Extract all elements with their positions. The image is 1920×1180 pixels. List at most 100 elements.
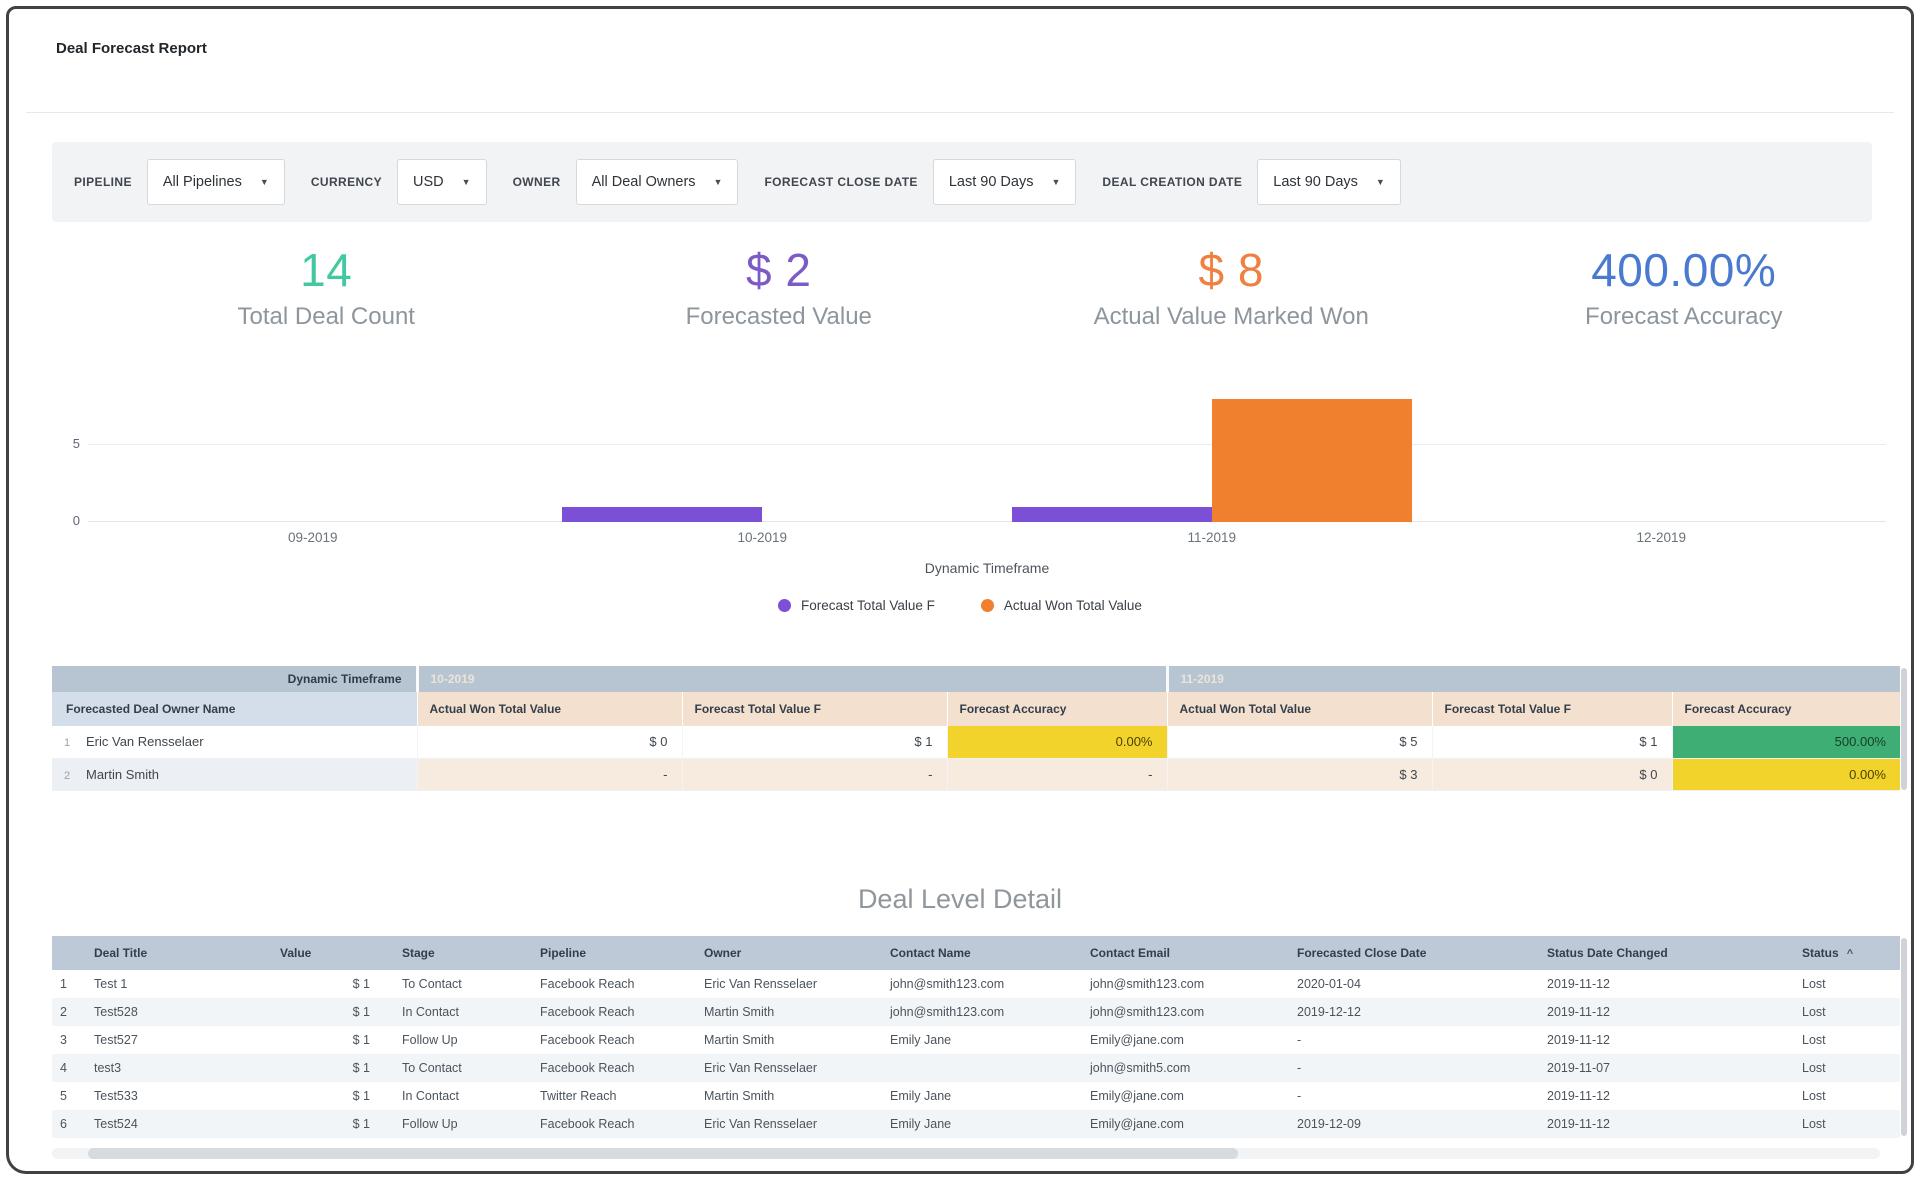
table-row[interactable]: 3Test527$ 1Follow UpFacebook ReachMartin… (52, 1026, 1900, 1054)
forecast-pivot-table: Dynamic Timeframe10-201911-2019Forecaste… (52, 666, 1900, 791)
detail-cell: Eric Van Rensselaer (694, 1054, 880, 1082)
pivot-vertical-scrollbar[interactable] (1901, 668, 1907, 790)
detail-column-header-stage[interactable]: Stage (392, 936, 530, 970)
detail-cell: 2019-12-12 (1287, 998, 1537, 1026)
forecast-bar-chart: 0509-201910-201911-201912-2019 Dynamic T… (0, 388, 1920, 643)
detail-column-header-owner[interactable]: Owner (694, 936, 880, 970)
detail-cell: In Contact (392, 998, 530, 1026)
kpi-label: Forecasted Value (553, 303, 1006, 331)
header-divider (26, 112, 1894, 113)
table-row[interactable]: 6Test524$ 1Follow UpFacebook ReachEric V… (52, 1110, 1900, 1138)
filter-group-3: FORECAST CLOSE DATELast 90 Days▼ (764, 159, 1076, 205)
y-axis-tick-label: 0 (54, 513, 80, 528)
row-number: 3 (52, 1026, 84, 1054)
detail-cell: 2019-11-12 (1537, 998, 1792, 1026)
detail-cell: test3 (84, 1054, 270, 1082)
filter-dropdown[interactable]: Last 90 Days▼ (933, 159, 1077, 205)
pivot-corner-label: Dynamic Timeframe (52, 666, 417, 692)
detail-cell: 2020-01-04 (1287, 970, 1537, 998)
row-number: 1 (52, 970, 84, 998)
detail-cell: Lost (1792, 1026, 1900, 1054)
detail-cell: Emily Jane (880, 1026, 1080, 1054)
kpi-card-1: $ 2Forecasted Value (553, 246, 1006, 331)
dropdown-selected-value: All Deal Owners (592, 174, 696, 190)
detail-section-title: Deal Level Detail (0, 884, 1920, 915)
chevron-down-icon: ▼ (1376, 177, 1385, 187)
kpi-card-2: $ 8Actual Value Marked Won (1005, 246, 1458, 331)
filter-label: DEAL CREATION DATE (1102, 175, 1242, 189)
filter-label: PIPELINE (74, 175, 132, 189)
pivot-column-header: Actual Won Total Value (1167, 692, 1432, 726)
row-number: 2 (64, 770, 86, 782)
actual-bar-11-2019 (1212, 399, 1412, 522)
legend-item-0[interactable]: Forecast Total Value F (778, 598, 935, 613)
pivot-row[interactable]: 2Martin Smith---$ 3$ 00.00% (52, 758, 1900, 790)
legend-label: Forecast Total Value F (801, 598, 935, 613)
detail-cell: Facebook Reach (530, 1026, 694, 1054)
gridline-y5 (88, 444, 1886, 445)
pivot-value-cell: - (947, 758, 1167, 790)
row-number: 4 (52, 1054, 84, 1082)
chart-plot-area: 0509-201910-201911-201912-2019 (88, 388, 1886, 522)
table-row[interactable]: 2Test528$ 1In ContactFacebook ReachMarti… (52, 998, 1900, 1026)
kpi-label: Forecast Accuracy (1458, 303, 1911, 331)
chevron-down-icon: ▼ (462, 177, 471, 187)
pivot-value-cell: $ 1 (682, 726, 947, 758)
filter-dropdown[interactable]: USD▼ (397, 159, 487, 205)
table-row[interactable]: 5Test533$ 1In ContactTwitter ReachMartin… (52, 1082, 1900, 1110)
pivot-value-cell: - (682, 758, 947, 790)
pivot-row[interactable]: 1Eric Van Rensselaer$ 0$ 10.00%$ 5$ 1500… (52, 726, 1900, 758)
detail-cell: Facebook Reach (530, 1054, 694, 1082)
horizontal-scrollbar-track[interactable] (52, 1148, 1880, 1159)
kpi-card-0: 14Total Deal Count (100, 246, 553, 331)
detail-cell: - (1287, 1082, 1537, 1110)
gridline-y0 (88, 521, 1886, 522)
table-row[interactable]: 1Test 1$ 1To ContactFacebook ReachEric V… (52, 970, 1900, 998)
horizontal-scrollbar-thumb[interactable] (88, 1148, 1238, 1159)
dropdown-selected-value: Last 90 Days (1273, 174, 1358, 190)
kpi-value: $ 8 (1005, 246, 1458, 294)
detail-column-header-contact-email[interactable]: Contact Email (1080, 936, 1287, 970)
pivot-group-label: 11-2019 (1167, 666, 1900, 692)
dropdown-selected-value: Last 90 Days (949, 174, 1034, 190)
filter-group-2: OWNERAll Deal Owners▼ (513, 159, 739, 205)
row-number: 1 (64, 737, 86, 749)
detail-cell: $ 1 (270, 1054, 392, 1082)
detail-cell: Lost (1792, 998, 1900, 1026)
detail-column-header-status-date-changed[interactable]: Status Date Changed (1537, 936, 1792, 970)
legend-item-1[interactable]: Actual Won Total Value (981, 598, 1142, 613)
filter-group-1: CURRENCYUSD▼ (311, 159, 487, 205)
detail-column-header-status[interactable]: Status^ (1792, 936, 1900, 970)
row-number: 2 (52, 998, 84, 1026)
filter-dropdown[interactable]: Last 90 Days ▼ (1257, 159, 1401, 205)
legend-dot-icon (778, 599, 791, 612)
pivot-group-label: 10-2019 (417, 666, 1167, 692)
detail-index-header (52, 936, 84, 970)
row-number: 6 (52, 1110, 84, 1138)
detail-cell: $ 1 (270, 970, 392, 998)
detail-cell: Facebook Reach (530, 970, 694, 998)
detail-cell: Facebook Reach (530, 998, 694, 1026)
detail-column-header-deal-title[interactable]: Deal Title (84, 936, 270, 970)
detail-cell: - (1287, 1054, 1537, 1082)
filter-group-4: DEAL CREATION DATE Last 90 Days ▼ (1102, 159, 1400, 205)
detail-column-header-forecasted-close-date[interactable]: Forecasted Close Date (1287, 936, 1537, 970)
detail-body: 1Test 1$ 1To ContactFacebook ReachEric V… (52, 970, 1900, 1138)
detail-column-header-pipeline[interactable]: Pipeline (530, 936, 694, 970)
detail-column-header-contact-name[interactable]: Contact Name (880, 936, 1080, 970)
detail-column-header-value[interactable]: Value (270, 936, 392, 970)
chevron-down-icon: ▼ (714, 177, 723, 187)
filter-dropdown[interactable]: All Deal Owners ▼ (576, 159, 739, 205)
detail-cell: Lost (1792, 970, 1900, 998)
forecast-bar-11-2019 (1012, 507, 1212, 522)
detail-header: Deal TitleValueStagePipelineOwnerContact… (52, 936, 1900, 970)
chart-legend: Forecast Total Value F Actual Won Total V… (0, 598, 1920, 613)
forecast-bar-10-2019 (562, 507, 762, 522)
kpi-value: 400.00% (1458, 246, 1911, 294)
detail-vertical-scrollbar[interactable] (1901, 938, 1907, 1136)
detail-cell: Martin Smith (694, 998, 880, 1026)
detail-cell: Test 1 (84, 970, 270, 998)
table-row[interactable]: 4test3$ 1To ContactFacebook ReachEric Va… (52, 1054, 1900, 1082)
filter-dropdown[interactable]: All Pipelines▼ (147, 159, 285, 205)
pivot-value-cell: 0.00% (947, 726, 1167, 758)
